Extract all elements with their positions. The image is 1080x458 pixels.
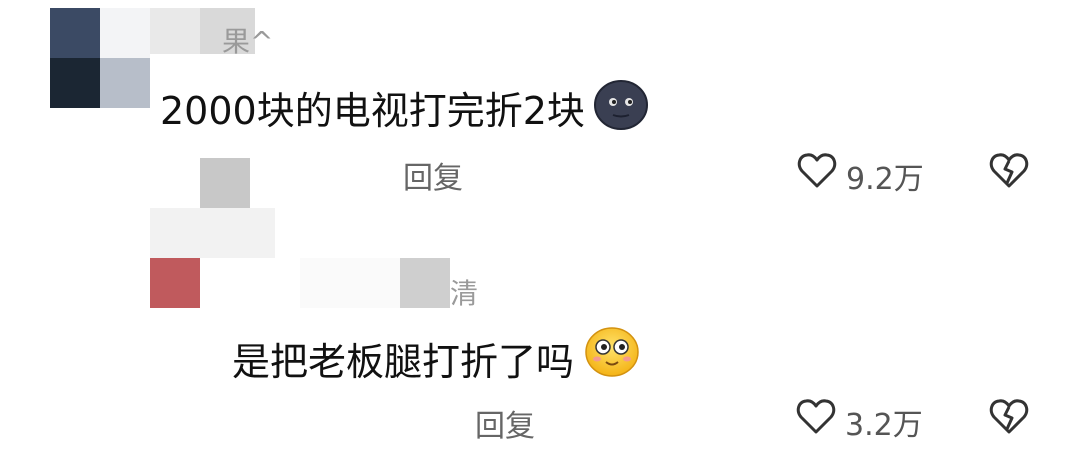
- new-moon-face-icon: [594, 80, 648, 130]
- username-pixelated: [400, 258, 450, 308]
- like-count: 3.2万: [845, 408, 923, 443]
- username-pixelated: [150, 8, 200, 54]
- username-fragment[interactable]: 果^: [222, 20, 273, 60]
- comment-text-body: 是把老板腿打折了吗: [232, 340, 575, 384]
- avatar-pixelated[interactable]: [50, 58, 100, 108]
- username-pixelated: [150, 208, 275, 258]
- smiling-face-icon: [584, 326, 640, 378]
- username-pixelated: [300, 258, 400, 308]
- avatar-pixelated[interactable]: [50, 8, 100, 58]
- comment-text: 是把老板腿打折了吗: [232, 331, 574, 386]
- broken-heart-icon[interactable]: [988, 399, 1030, 435]
- reply-button[interactable]: 回复: [475, 401, 535, 445]
- avatar-pixelated: [100, 8, 150, 58]
- like-count: 9.2万: [846, 162, 924, 197]
- username-fragment[interactable]: 清: [450, 272, 478, 312]
- avatar-pixelated[interactable]: [100, 58, 150, 108]
- heart-icon[interactable]: [796, 399, 836, 435]
- avatar-pixelated[interactable]: [150, 258, 200, 308]
- comment-text: 2000块的电视打完折2块: [160, 80, 585, 135]
- pixelated-block: [200, 158, 250, 208]
- broken-heart-icon[interactable]: [988, 153, 1030, 189]
- reply-button[interactable]: 回复: [403, 153, 463, 197]
- heart-icon[interactable]: [797, 153, 837, 189]
- comment-text-body: 2000块的电视打完折2块: [160, 89, 585, 133]
